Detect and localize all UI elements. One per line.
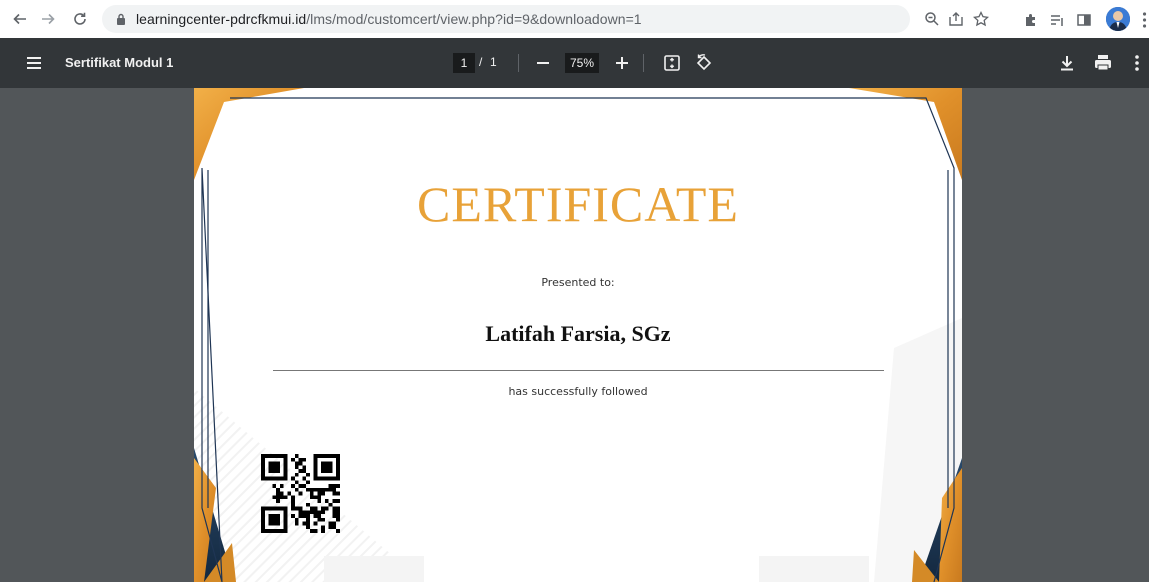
minus-icon[interactable] <box>534 53 552 73</box>
presented-to-label: Presented to: <box>541 276 615 289</box>
certificate-page: CERTIFICATE Presented to: Latifah Farsia… <box>194 88 962 582</box>
name-underline <box>273 370 884 371</box>
url-path: /lms/mod/customcert/view.php?id=9&downlo… <box>306 11 642 27</box>
browser-address-bar: learningcenter-pdrcfkmui.id/lms/mod/cust… <box>0 0 1149 38</box>
reading-list-icon[interactable] <box>1046 9 1068 31</box>
extensions-icon[interactable] <box>1020 9 1042 31</box>
print-icon[interactable] <box>1093 52 1113 74</box>
url-domain: learningcenter-pdrcfkmui.id <box>136 11 307 27</box>
rotate-icon[interactable] <box>694 52 714 74</box>
back-arrow-icon[interactable] <box>8 7 32 31</box>
certificate-heading: CERTIFICATE <box>417 176 739 232</box>
profile-avatar[interactable] <box>1106 7 1130 31</box>
recipient-name: Latifah Farsia, SGz <box>485 321 671 346</box>
page-separator: / <box>479 55 483 69</box>
zoom-level-input[interactable]: 75% <box>565 53 599 73</box>
qr-code <box>261 454 340 533</box>
share-icon[interactable] <box>946 9 966 29</box>
document-title: Sertifikat Modul 1 <box>65 55 174 70</box>
reload-icon[interactable] <box>68 7 92 31</box>
lock-icon[interactable] <box>114 12 128 26</box>
hamburger-menu-icon[interactable] <box>24 53 44 73</box>
fit-page-icon[interactable] <box>662 52 682 74</box>
kebab-menu-icon[interactable] <box>1133 52 1141 74</box>
forward-arrow-icon[interactable] <box>36 7 60 31</box>
toolbar-divider <box>518 54 519 72</box>
url-text[interactable]: learningcenter-pdrcfkmui.id/lms/mod/cust… <box>136 11 642 27</box>
followed-label: has successfully followed <box>508 385 648 398</box>
toolbar-divider <box>643 54 644 72</box>
bookmark-star-icon[interactable] <box>971 9 991 29</box>
page-number-input[interactable]: 1 <box>453 53 475 73</box>
url-bar[interactable]: learningcenter-pdrcfkmui.id/lms/mod/cust… <box>102 5 910 33</box>
zoom-icon[interactable] <box>922 9 942 29</box>
download-icon[interactable] <box>1058 52 1076 74</box>
side-panel-icon[interactable] <box>1073 9 1095 31</box>
kebab-menu-icon[interactable] <box>1140 9 1149 31</box>
page-total: 1 <box>490 55 497 69</box>
pdf-viewer-area[interactable]: CERTIFICATE Presented to: Latifah Farsia… <box>0 88 1149 582</box>
plus-icon[interactable] <box>613 53 631 73</box>
pdf-toolbar: Sertifikat Modul 1 1 / 1 75% <box>0 38 1149 88</box>
